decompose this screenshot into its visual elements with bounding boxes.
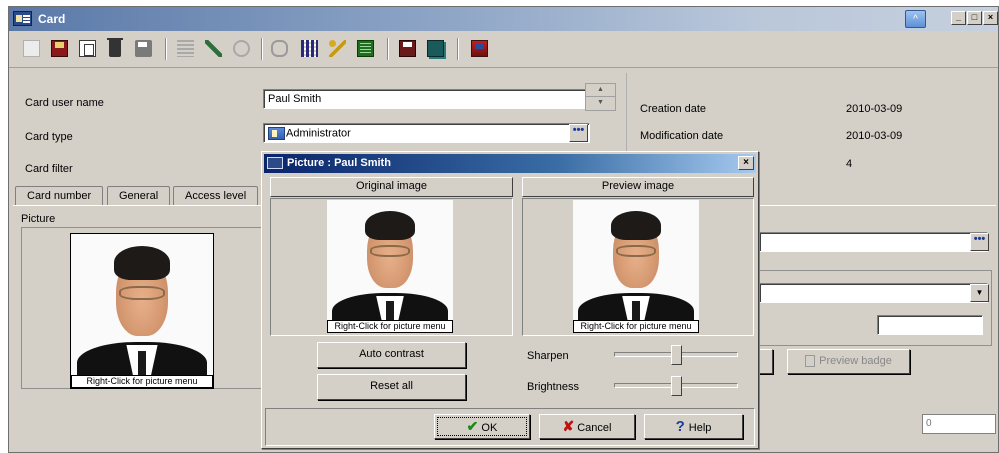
right-panel: ••• ▼ Preview badge bbox=[755, 187, 998, 447]
spin-down-icon[interactable]: ▼ bbox=[586, 97, 615, 110]
card-type-browse-button[interactable]: ••• bbox=[569, 124, 588, 142]
dialog-title-bar[interactable]: Picture : Paul Smith × bbox=[264, 154, 756, 173]
toolbar-separator bbox=[457, 38, 459, 60]
toolbar-separator bbox=[261, 38, 263, 60]
photo-hair bbox=[113, 246, 171, 281]
partial-button[interactable] bbox=[759, 349, 773, 374]
list-icon[interactable] bbox=[177, 40, 194, 57]
chevron-up-icon[interactable]: ^ bbox=[905, 10, 926, 28]
auto-contrast-button[interactable]: Auto contrast bbox=[317, 342, 466, 368]
photo-glasses bbox=[615, 245, 657, 258]
spreadsheet-icon[interactable] bbox=[357, 40, 374, 57]
toolbar-separator bbox=[387, 38, 389, 60]
sharpen-label: Sharpen bbox=[527, 350, 569, 362]
ok-label: OK bbox=[481, 422, 498, 434]
window-title: Card bbox=[38, 12, 66, 26]
right-text-field[interactable] bbox=[759, 232, 988, 252]
tab-card-number[interactable]: Card number bbox=[15, 186, 104, 206]
picture-dialog-icon bbox=[267, 157, 283, 169]
preview-photo[interactable]: Right-Click for picture menu bbox=[573, 200, 699, 333]
help-button[interactable]: ? Help bbox=[644, 414, 743, 439]
export-icon[interactable] bbox=[471, 40, 488, 57]
delete-icon[interactable] bbox=[107, 38, 123, 57]
card-user-name-label: Card user name bbox=[25, 97, 104, 109]
picture-label: Picture bbox=[21, 213, 56, 225]
cross-icon: ✘ bbox=[562, 418, 575, 434]
search-icon[interactable] bbox=[233, 40, 250, 57]
photo-glasses bbox=[369, 245, 411, 258]
cancel-button[interactable]: ✘ Cancel bbox=[539, 414, 635, 439]
right-browse-button[interactable]: ••• bbox=[970, 233, 989, 251]
new-icon[interactable] bbox=[23, 40, 40, 57]
photo-hair bbox=[610, 210, 662, 240]
dialog-close-button[interactable]: × bbox=[738, 156, 754, 170]
right-small-input[interactable] bbox=[877, 315, 983, 335]
card-app-icon bbox=[13, 11, 32, 26]
preview-badge-label: Preview badge bbox=[819, 355, 892, 367]
modification-date-label: Modification date bbox=[640, 130, 724, 142]
title-bar[interactable]: Card ^ _ □ × bbox=[9, 7, 998, 31]
card-type-value: Administrator bbox=[286, 127, 351, 140]
disk-icon[interactable] bbox=[399, 40, 416, 57]
count-value: 4 bbox=[846, 158, 853, 170]
toolbar bbox=[9, 32, 998, 68]
maximize-button[interactable]: □ bbox=[967, 11, 982, 25]
dialog-button-row: ✔ OK ✘ Cancel ? Help bbox=[265, 408, 755, 446]
tab-general[interactable]: General bbox=[107, 186, 171, 206]
copy-icon[interactable] bbox=[79, 40, 96, 57]
brightness-label: Brightness bbox=[527, 381, 579, 393]
original-image-box: Right-Click for picture menu bbox=[270, 198, 513, 336]
dialog-title: Picture : Paul Smith bbox=[287, 157, 391, 169]
close-button[interactable]: × bbox=[983, 11, 998, 25]
ok-button[interactable]: ✔ OK bbox=[434, 414, 530, 439]
administrator-icon bbox=[268, 127, 285, 140]
original-photo[interactable]: Right-Click for picture menu bbox=[327, 200, 453, 333]
binoculars-icon[interactable] bbox=[271, 40, 288, 57]
preview-image-box: Right-Click for picture menu bbox=[522, 198, 754, 336]
check-icon: ✔ bbox=[466, 418, 479, 434]
brightness-slider-thumb[interactable] bbox=[670, 376, 682, 396]
minimize-button[interactable]: _ bbox=[951, 11, 966, 25]
key-icon[interactable] bbox=[329, 40, 346, 57]
picture-menu-caption: Right-Click for picture menu bbox=[71, 375, 213, 388]
card-photo[interactable]: Right-Click for picture menu bbox=[70, 233, 214, 389]
sharpen-slider-thumb[interactable] bbox=[670, 345, 682, 365]
tools-icon[interactable] bbox=[205, 40, 222, 57]
user-name-spinner[interactable]: ▲ ▼ bbox=[585, 83, 616, 111]
card-filter-label: Card filter bbox=[25, 163, 73, 175]
original-image-header[interactable]: Original image bbox=[270, 177, 513, 197]
picture-menu-caption: Right-Click for picture menu bbox=[573, 320, 699, 333]
card-user-name-input[interactable]: Paul Smith bbox=[263, 89, 590, 109]
help-label: Help bbox=[688, 422, 712, 434]
right-select[interactable] bbox=[759, 283, 988, 303]
save-icon[interactable] bbox=[51, 40, 68, 57]
picture-menu-caption: Right-Click for picture menu bbox=[327, 320, 453, 333]
photo-glasses bbox=[119, 286, 165, 301]
help-icon: ? bbox=[675, 418, 685, 435]
picture-dialog: Picture : Paul Smith × Original image Pr… bbox=[261, 151, 759, 449]
tab-access-level[interactable]: Access level bbox=[173, 186, 259, 206]
creation-date-label: Creation date bbox=[640, 103, 707, 115]
cancel-label: Cancel bbox=[577, 422, 612, 434]
creation-date-value: 2010-03-09 bbox=[846, 103, 903, 115]
modification-date-value: 2010-03-09 bbox=[846, 130, 903, 142]
photo-hair bbox=[364, 210, 416, 240]
spin-up-icon[interactable]: ▲ bbox=[586, 84, 615, 97]
badge-icon bbox=[805, 355, 816, 368]
bottom-numeric-field[interactable]: 0 bbox=[922, 414, 996, 434]
grid-icon[interactable] bbox=[301, 40, 318, 57]
reset-all-button[interactable]: Reset all bbox=[317, 374, 466, 400]
stack-icon[interactable] bbox=[427, 40, 444, 57]
toolbar-separator bbox=[165, 38, 167, 60]
preview-image-header[interactable]: Preview image bbox=[522, 177, 754, 197]
chevron-down-icon[interactable]: ▼ bbox=[970, 284, 989, 302]
card-type-label: Card type bbox=[25, 131, 73, 143]
card-type-field[interactable]: Administrator bbox=[263, 123, 590, 143]
print-icon[interactable] bbox=[135, 40, 152, 57]
preview-badge-button[interactable]: Preview badge bbox=[787, 349, 910, 374]
